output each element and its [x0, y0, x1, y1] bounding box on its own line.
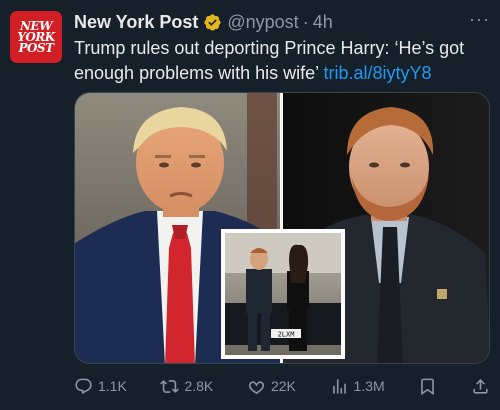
- separator-dot: ·: [302, 11, 309, 32]
- reply-count: 1.1K: [98, 378, 127, 394]
- like-button[interactable]: 22K: [247, 377, 296, 396]
- like-count: 22K: [270, 378, 296, 394]
- action-bar: 1.1K 2.8K 22K 1.3M: [74, 372, 490, 400]
- views-count: 1.3M: [353, 378, 385, 394]
- views-button[interactable]: 1.3M: [330, 377, 385, 396]
- bookmark-icon: [421, 378, 435, 395]
- views-icon: [332, 378, 346, 394]
- display-name[interactable]: New York Post: [74, 12, 198, 33]
- timestamp[interactable]: 4h: [313, 12, 333, 33]
- retweet-button[interactable]: 2.8K: [160, 377, 213, 396]
- inset-photo: 2LXM: [221, 229, 345, 359]
- like-icon: [248, 380, 264, 394]
- avatar-text-line-3: POST: [18, 40, 54, 55]
- avatar[interactable]: NEW YORK POST: [10, 11, 62, 63]
- tweet-media-image[interactable]: 2LXM: [74, 92, 490, 364]
- share-button[interactable]: [471, 377, 490, 396]
- tweet-link[interactable]: trib.al/8iytyY8: [323, 63, 431, 83]
- retweet-icon: [160, 379, 180, 393]
- share-icon: [473, 378, 488, 394]
- inset-plate-text: 2LXM: [278, 331, 295, 339]
- retweet-count: 2.8K: [184, 378, 214, 394]
- reply-icon: [75, 378, 92, 394]
- reply-button[interactable]: 1.1K: [74, 377, 127, 396]
- handle[interactable]: @nypost: [227, 12, 298, 33]
- bookmark-button[interactable]: [418, 377, 437, 396]
- more-icon[interactable]: ···: [469, 10, 490, 28]
- tweet-header: New York Post @nypost · 4h ···: [74, 10, 490, 34]
- tweet-text: Trump rules out deporting Prince Harry: …: [74, 36, 490, 86]
- tweet-card[interactable]: NEW YORK POST New York Post @nypost · 4h…: [0, 0, 500, 410]
- verified-badge-icon: [203, 13, 222, 32]
